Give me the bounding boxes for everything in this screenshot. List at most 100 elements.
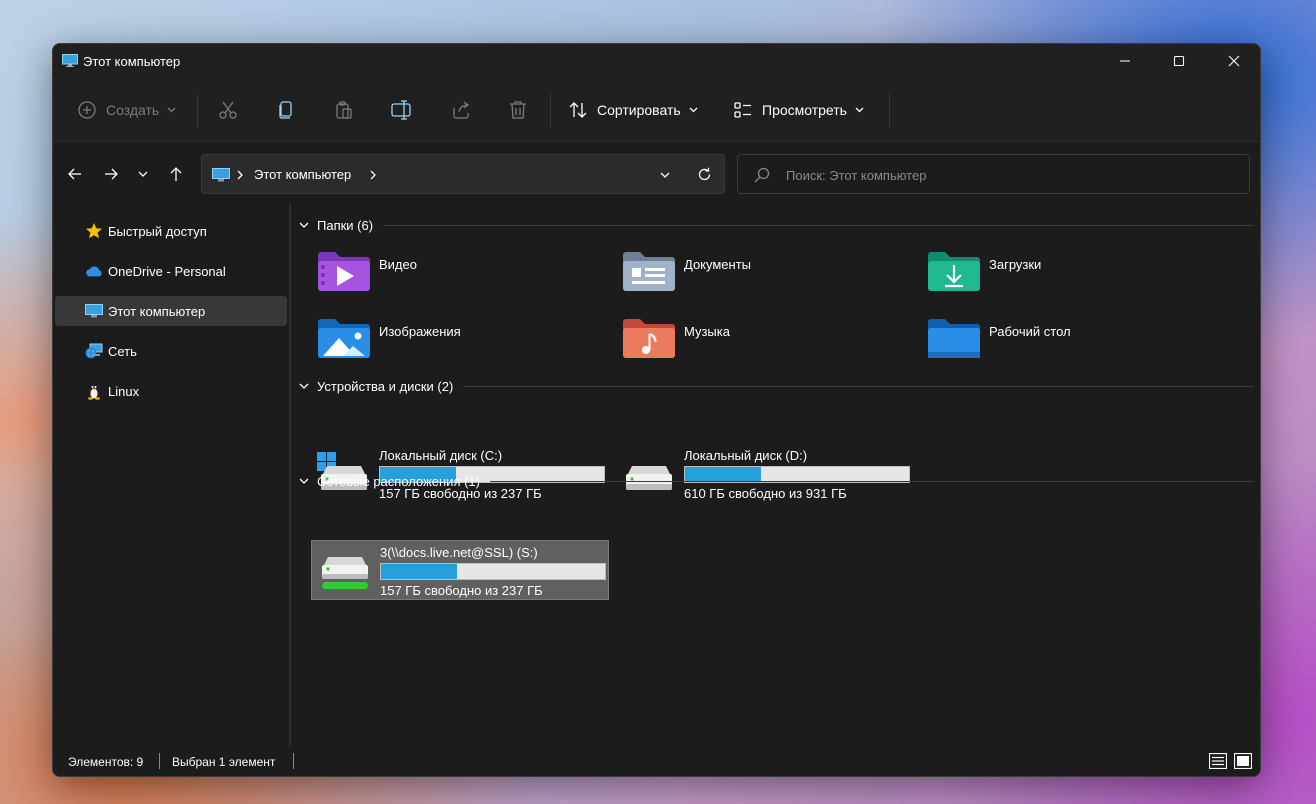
sidebar-item-this-pc[interactable]: Этот компьютер bbox=[55, 296, 287, 326]
chevron-right-icon bbox=[237, 170, 243, 180]
folder-item-documents[interactable]: Документы bbox=[622, 249, 922, 299]
section-header-drives[interactable]: Устройства и диски (2) bbox=[299, 376, 1254, 396]
rename-icon bbox=[391, 100, 411, 120]
monitor-icon bbox=[212, 168, 230, 182]
cloud-icon bbox=[85, 263, 103, 279]
content-pane: Папки (6) Видео Документы Загрузки Изобр… bbox=[291, 204, 1260, 748]
more-options-button[interactable] bbox=[908, 78, 930, 142]
window-title: Этот компьютер bbox=[83, 54, 181, 69]
downloads-folder-icon bbox=[928, 252, 980, 291]
ellipsis-icon bbox=[1215, 107, 1237, 113]
navigation-pane: Быстрый доступ OneDrive - Personal Этот … bbox=[53, 204, 289, 748]
selection-count: Выбран 1 элемент bbox=[172, 755, 276, 769]
folder-name: Изображения bbox=[379, 324, 461, 339]
title-bar: Этот компьютер bbox=[53, 44, 1260, 78]
sidebar-item-linux[interactable]: Linux bbox=[55, 376, 287, 406]
status-divider bbox=[293, 753, 294, 769]
chevron-down-icon[interactable] bbox=[660, 172, 670, 179]
sidebar-item-label: Этот компьютер bbox=[108, 304, 206, 319]
large-icons-view-button[interactable] bbox=[1233, 751, 1253, 771]
details-view-icon bbox=[1209, 753, 1227, 769]
chevron-right-icon bbox=[370, 170, 376, 180]
copy-icon bbox=[279, 101, 292, 119]
minimize-icon bbox=[1120, 60, 1130, 62]
arrow-up-icon bbox=[170, 167, 182, 181]
refresh-icon[interactable] bbox=[697, 167, 712, 182]
sort-button[interactable]: Сортировать bbox=[568, 78, 698, 142]
arrow-right-icon bbox=[105, 168, 118, 180]
folder-item-downloads[interactable]: Загрузки bbox=[927, 249, 1227, 299]
create-button[interactable]: Создать bbox=[77, 78, 176, 142]
folder-item-desktop[interactable]: Рабочий стол bbox=[927, 316, 1227, 366]
drive-free-space: 157 ГБ свободно из 237 ГБ bbox=[380, 583, 543, 598]
address-bar[interactable]: Этот компьютер bbox=[201, 154, 725, 194]
close-icon bbox=[1228, 55, 1240, 67]
network-icon bbox=[85, 343, 103, 359]
folder-item-music[interactable]: Музыка bbox=[622, 316, 922, 366]
chevron-down-icon bbox=[855, 107, 864, 113]
section-divider bbox=[489, 480, 1254, 482]
cut-button[interactable] bbox=[218, 78, 238, 142]
section-label: Устройства и диски (2) bbox=[317, 378, 454, 394]
create-label: Создать bbox=[106, 102, 160, 118]
section-header-folders[interactable]: Папки (6) bbox=[299, 215, 1254, 235]
view-button[interactable]: Просмотреть bbox=[733, 78, 864, 142]
sidebar-item-quick-access[interactable]: Быстрый доступ bbox=[55, 216, 287, 246]
sidebar-item-network[interactable]: Сеть bbox=[55, 336, 287, 366]
file-explorer-window: Этот компьютер Создать Сортировать Просм… bbox=[52, 43, 1261, 777]
drive-name: Локальный диск (D:) bbox=[684, 448, 808, 463]
maximize-button[interactable] bbox=[1151, 44, 1207, 78]
view-label: Просмотреть bbox=[762, 102, 847, 118]
details-view-button[interactable] bbox=[1208, 751, 1228, 771]
pictures-folder-icon bbox=[318, 319, 370, 358]
chevron-down-icon bbox=[138, 171, 148, 177]
back-button[interactable] bbox=[63, 162, 87, 186]
chevron-down-icon bbox=[299, 478, 309, 484]
sidebar-item-label: OneDrive - Personal bbox=[108, 264, 226, 279]
scissors-icon bbox=[219, 101, 237, 119]
paste-button[interactable] bbox=[334, 78, 354, 142]
chevron-down-icon bbox=[689, 107, 698, 113]
share-button[interactable] bbox=[451, 78, 471, 142]
clipboard-icon bbox=[336, 101, 352, 119]
folder-item-video[interactable]: Видео bbox=[317, 249, 617, 299]
recent-locations-button[interactable] bbox=[131, 162, 155, 186]
forward-button[interactable] bbox=[99, 162, 123, 186]
search-placeholder: Поиск: Этот компьютер bbox=[786, 168, 927, 183]
up-button[interactable] bbox=[164, 162, 188, 186]
section-label: Папки (6) bbox=[317, 217, 374, 233]
folder-name: Музыка bbox=[684, 324, 730, 339]
search-icon bbox=[754, 167, 770, 183]
view-options-icon bbox=[734, 102, 751, 118]
chevron-down-icon bbox=[299, 222, 309, 228]
ellipsis-icon bbox=[908, 107, 930, 113]
minimize-button[interactable] bbox=[1097, 44, 1153, 78]
toolbar-divider bbox=[197, 94, 198, 128]
section-header-network[interactable]: Сетевые расположения (1) bbox=[299, 471, 1254, 491]
section-divider bbox=[463, 385, 1254, 387]
chevron-down-icon bbox=[299, 383, 309, 389]
close-button[interactable] bbox=[1206, 44, 1260, 78]
network-drive-item-s[interactable]: 3(\\docs.live.net@SSL) (S:) 157 ГБ свобо… bbox=[311, 540, 609, 600]
search-box[interactable]: Поиск: Этот компьютер bbox=[737, 154, 1250, 194]
see-more-button[interactable] bbox=[1215, 78, 1237, 142]
star-icon bbox=[85, 223, 103, 239]
status-divider bbox=[159, 753, 160, 769]
rename-button[interactable] bbox=[391, 78, 413, 142]
status-bar: Элементов: 9 Выбран 1 элемент bbox=[53, 746, 1260, 776]
folder-name: Загрузки bbox=[989, 257, 1042, 272]
delete-button[interactable] bbox=[508, 78, 528, 142]
toolbar-divider bbox=[550, 94, 551, 128]
drive-name: 3(\\docs.live.net@SSL) (S:) bbox=[380, 545, 538, 560]
folder-name: Документы bbox=[684, 257, 752, 272]
sidebar-item-label: Linux bbox=[108, 384, 140, 399]
sidebar-item-onedrive[interactable]: OneDrive - Personal bbox=[55, 256, 287, 286]
folder-item-pictures[interactable]: Изображения bbox=[317, 316, 617, 366]
documents-folder-icon bbox=[623, 252, 675, 291]
folder-name: Рабочий стол bbox=[989, 324, 1071, 339]
copy-button[interactable] bbox=[276, 78, 296, 142]
share-icon bbox=[453, 101, 470, 119]
monitor-icon bbox=[85, 303, 103, 319]
this-pc-icon bbox=[62, 54, 78, 67]
desktop-folder-icon bbox=[928, 319, 980, 358]
